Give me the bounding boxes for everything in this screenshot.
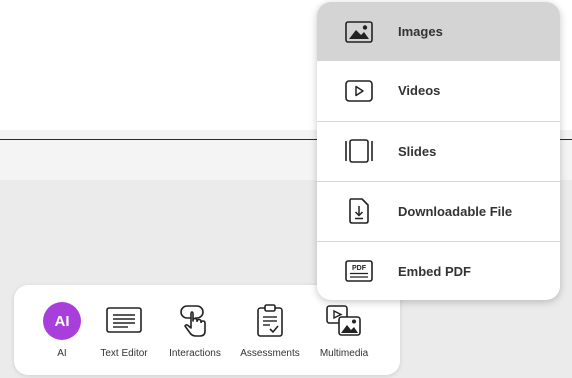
menu-item-images[interactable]: Images xyxy=(317,2,560,61)
toolbar-item-label: Assessments xyxy=(240,348,300,359)
toolbar-item-text-editor[interactable]: Text Editor xyxy=(86,301,162,365)
pdf-icon: PDF xyxy=(344,258,374,284)
menu-item-label: Videos xyxy=(398,83,441,98)
toolbar-item-label: Text Editor xyxy=(100,348,148,359)
multimedia-menu: Images Videos Slides Downloadable File P… xyxy=(317,2,560,300)
menu-item-videos[interactable]: Videos xyxy=(317,61,560,120)
toolbar-item-multimedia[interactable]: Multimedia xyxy=(306,301,382,365)
toolbar-item-label: AI xyxy=(57,348,67,359)
video-play-icon xyxy=(344,78,374,104)
ai-icon: AI xyxy=(42,301,82,341)
interactions-icon xyxy=(175,301,215,341)
toolbar-item-interactions[interactable]: Interactions xyxy=(157,301,233,365)
toolbar-item-assessments[interactable]: Assessments xyxy=(232,301,308,365)
text-editor-icon xyxy=(104,301,144,341)
menu-item-label: Slides xyxy=(398,143,437,159)
slides-icon xyxy=(344,138,374,164)
toolbar-item-label: Interactions xyxy=(169,348,221,359)
multimedia-icon xyxy=(324,301,364,341)
menu-item-label: Embed PDF xyxy=(398,263,471,279)
download-file-icon xyxy=(344,198,374,224)
image-icon xyxy=(344,19,374,45)
menu-item-embed-pdf[interactable]: PDF Embed PDF xyxy=(317,241,560,300)
menu-item-label: Images xyxy=(398,24,443,39)
toolbar-item-label: Multimedia xyxy=(319,348,369,359)
menu-item-label: Downloadable File xyxy=(398,203,513,219)
svg-text:PDF: PDF xyxy=(352,265,367,272)
assessments-icon xyxy=(250,301,290,341)
menu-item-slides[interactable]: Slides xyxy=(317,121,560,180)
menu-item-downloadable-file[interactable]: Downloadable File xyxy=(317,181,560,240)
